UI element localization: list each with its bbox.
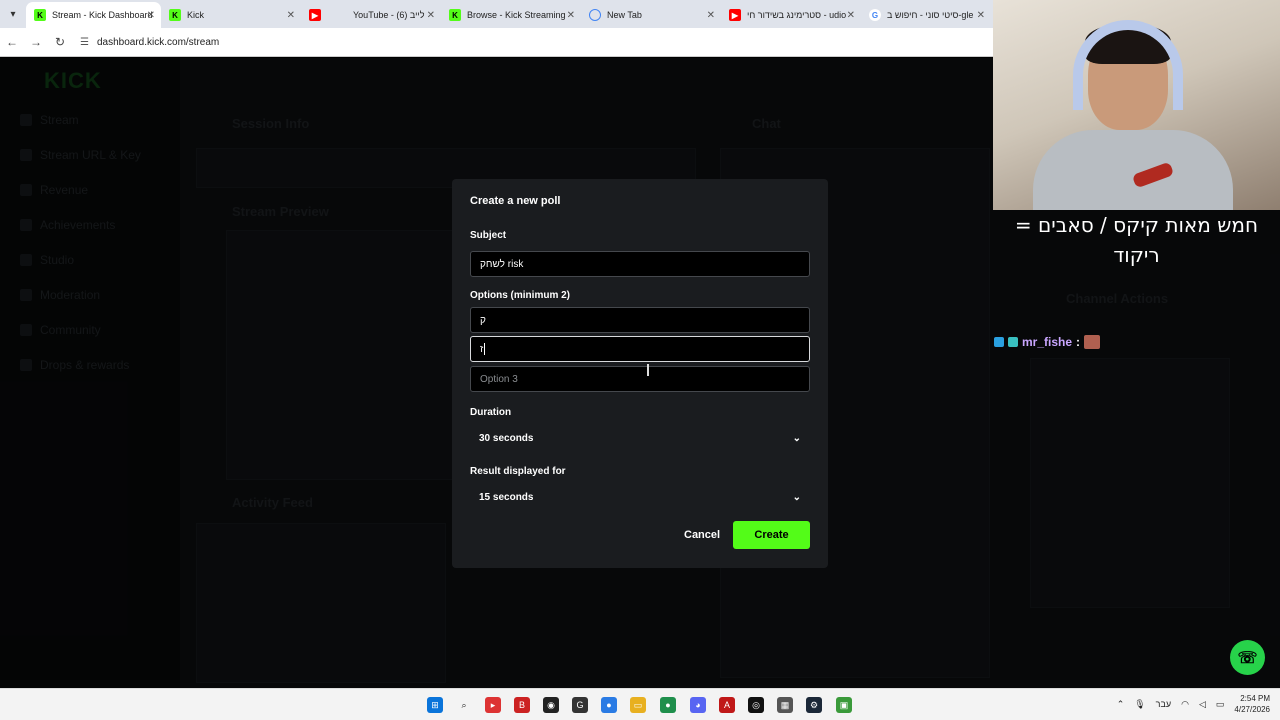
options-label: Options (minimum 2) [470, 290, 570, 301]
url-field[interactable]: ☰ dashboard.kick.com/stream [80, 37, 219, 48]
steam-icon[interactable]: ⚙ [806, 697, 822, 713]
close-icon[interactable]: ✕ [567, 10, 575, 21]
site-info-icon[interactable]: ☰ [80, 37, 89, 48]
app-icon[interactable]: A [719, 697, 735, 713]
option-3-input[interactable]: Option 3 [470, 366, 810, 392]
duration-value: 30 seconds [479, 432, 534, 444]
chrome-icon[interactable]: ● [601, 697, 617, 713]
back-arrow-icon[interactable]: ← [0, 35, 24, 49]
duration-select[interactable]: 30 seconds ⌄ [470, 425, 810, 451]
taskbar: ⊞ ⌕ ▸ B ◉ G ● ▭ ● ◕ A ◎ ▦ ⚙ ▣ ⌃ 🎙 עבר ◠ … [0, 688, 1280, 720]
text-caret [484, 343, 486, 355]
folder-icon[interactable]: ▭ [630, 697, 646, 713]
chat-username[interactable]: mr_fishe [1022, 335, 1072, 349]
tab-title: YouTube - לייב (6) [353, 10, 425, 20]
youtube-icon: ▶ [309, 9, 321, 21]
wifi-icon[interactable]: ◠ [1181, 699, 1189, 710]
browser-tab[interactable]: New Tab ✕ [581, 2, 721, 28]
browser-tab[interactable]: ▶ סטרימינג בשידור חי - udio ✕ [721, 2, 861, 28]
volume-icon[interactable]: ◁ [1199, 699, 1206, 710]
close-icon[interactable]: ✕ [847, 10, 855, 21]
badge-icon [1008, 337, 1018, 347]
option-2-input[interactable]: ז [470, 336, 810, 362]
search-icon[interactable]: ⌕ [456, 697, 472, 713]
browser-tab[interactable]: K Stream - Kick Dashboard ✕ [26, 2, 161, 28]
option-1-input[interactable]: ק [470, 307, 810, 333]
text-cursor-icon [647, 364, 649, 376]
close-icon[interactable]: ✕ [147, 10, 155, 21]
subject-value: לשחק risk [480, 258, 524, 270]
result-label: Result displayed for [470, 466, 566, 477]
tab-title: Stream - Kick Dashboard [52, 10, 153, 20]
close-icon[interactable]: ✕ [707, 10, 715, 21]
chat-message: mr_fishe : [994, 335, 1101, 349]
clock-date: 4/27/2026 [1234, 705, 1270, 714]
option-placeholder: Option 3 [480, 373, 518, 385]
chrome-icon [589, 9, 601, 21]
chrome-icon[interactable]: ● [660, 697, 676, 713]
browser-tab[interactable]: G סיטי סוני - חיפוש ב-gle ✕ [861, 2, 991, 28]
clock-time: 2:54 PM [1240, 694, 1270, 703]
create-button[interactable]: Create [733, 521, 810, 549]
emote-icon [1084, 335, 1101, 349]
google-icon: G [869, 9, 881, 21]
youtube-icon: ▶ [729, 9, 741, 21]
browser-tab-bar: ▾ K Stream - Kick Dashboard ✕ K Kick ✕ ▶… [0, 0, 993, 28]
app-icon[interactable]: G [572, 697, 588, 713]
tab-title: Browse - Kick Streaming [467, 10, 566, 20]
discord-icon[interactable]: ◕ [690, 697, 706, 713]
support-chat-icon[interactable]: ☏ [1230, 640, 1265, 675]
option-value: ק [480, 314, 486, 326]
cancel-button[interactable]: Cancel [676, 523, 728, 547]
modal-title: Create a new poll [470, 195, 561, 207]
url-text: dashboard.kick.com/stream [96, 36, 220, 48]
kick-icon: K [169, 9, 181, 21]
obs-icon[interactable]: ◎ [748, 697, 764, 713]
kick-icon: K [449, 9, 461, 21]
tab-title: סטרימינג בשידור חי - udio [747, 10, 847, 20]
reload-icon[interactable]: ↻ [48, 35, 72, 49]
tab-title: New Tab [607, 10, 642, 20]
webcam-shirt [1033, 130, 1233, 210]
create-poll-modal: Create a new poll Subject לשחק risk Opti… [452, 179, 828, 568]
start-icon[interactable]: ⊞ [427, 697, 443, 713]
app-icon[interactable]: ▦ [777, 697, 793, 713]
forward-arrow-icon[interactable]: → [24, 35, 48, 49]
app-icon[interactable]: ◉ [543, 697, 559, 713]
close-icon[interactable]: ✕ [977, 10, 985, 21]
battery-icon[interactable]: ▭ [1216, 699, 1225, 710]
language-indicator[interactable]: עבר [1156, 699, 1171, 709]
result-value: 15 seconds [479, 491, 534, 503]
tab-title: Kick [187, 10, 205, 20]
app-icon[interactable]: ▣ [836, 697, 852, 713]
chevron-down-icon: ⌄ [792, 432, 801, 444]
close-icon[interactable]: ✕ [287, 10, 295, 21]
chat-separator: : [1076, 335, 1081, 349]
webcam-feed [993, 0, 1280, 210]
microphone-icon[interactable]: 🎙 [1134, 699, 1145, 710]
close-icon[interactable]: ✕ [427, 10, 435, 21]
address-bar: ← → ↻ ☰ dashboard.kick.com/stream [0, 28, 993, 57]
kick-icon: K [34, 9, 46, 21]
option-value: ז [480, 343, 484, 355]
subject-label: Subject [470, 230, 507, 241]
webcam-caption: חמש מאות קיקס / סאבים = ריקוד [1014, 213, 1259, 267]
result-select[interactable]: 15 seconds ⌄ [470, 484, 810, 510]
tab-title: סיטי סוני - חיפוש ב-gle [887, 10, 974, 20]
app-icon[interactable]: ▸ [485, 697, 501, 713]
duration-label: Duration [470, 407, 512, 418]
subject-input[interactable]: לשחק risk [470, 251, 810, 277]
chevron-up-icon[interactable]: ⌃ [1117, 699, 1125, 710]
badge-icon [994, 337, 1004, 347]
browser-tab[interactable]: K Kick ✕ [161, 2, 301, 28]
system-tray: ⌃ 🎙 עבר ◠ ◁ ▭ 2:54 PM 4/27/2026 [1117, 693, 1270, 715]
browser-tab[interactable]: ▶ YouTube - לייב (6) ✕ [301, 2, 441, 28]
clock[interactable]: 2:54 PM 4/27/2026 [1234, 693, 1270, 715]
chevron-down-icon: ⌄ [792, 491, 801, 503]
tab-search-icon[interactable]: ▾ [0, 0, 26, 28]
browser-tab[interactable]: K Browse - Kick Streaming ✕ [441, 2, 581, 28]
app-icon[interactable]: B [514, 697, 530, 713]
